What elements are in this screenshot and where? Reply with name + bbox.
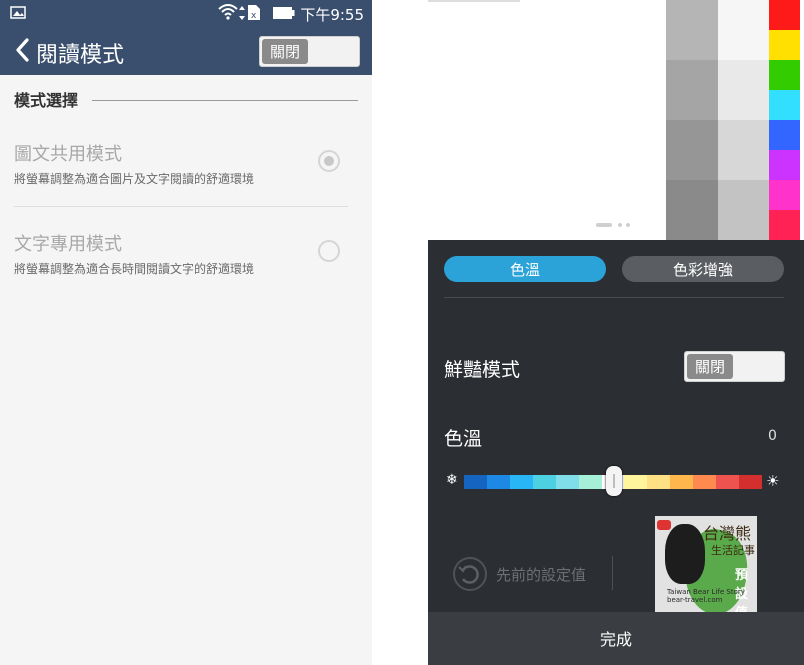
vivid-mode-label: 鮮豔模式 xyxy=(444,359,521,381)
color-temperature-slider-thumb[interactable] xyxy=(606,466,622,496)
watermark-caption: Taiwan Bear Life Story bear-travel.com xyxy=(667,588,745,604)
toggle-state-label: 關閉 xyxy=(687,354,733,379)
gradient-segment xyxy=(670,475,694,489)
option-description: 將螢幕調整為適合圖片及文字閱讀的舒適環境 xyxy=(14,172,255,186)
section-divider xyxy=(92,100,358,101)
watermark-logo: 台灣熊 生活記事 預設值 Taiwan Bear Life Story bear… xyxy=(655,516,757,617)
previous-settings-button[interactable]: 先前的設定值 xyxy=(452,556,586,592)
vivid-mode-toggle[interactable]: 關閉 xyxy=(684,351,785,382)
tab-label: 色彩增強 xyxy=(672,260,733,279)
previous-settings-label: 先前的設定值 xyxy=(496,565,587,584)
color-temperature-value: 0 xyxy=(768,428,777,444)
option-title: 圖文共用模式 xyxy=(14,144,122,165)
clock: 下午9:55 xyxy=(300,6,364,24)
snowflake-icon: ❄ xyxy=(446,472,458,488)
button-separator xyxy=(612,556,613,590)
page-title: 閱讀模式 xyxy=(36,43,125,68)
sim-card-icon: x xyxy=(248,5,260,21)
tab-color-temperature[interactable]: 色溫 xyxy=(444,256,606,282)
gradient-segment xyxy=(532,475,556,489)
gradient-segment xyxy=(624,475,648,489)
color-temperature-label: 色溫 xyxy=(444,428,483,450)
watermark-title: 台灣熊 xyxy=(703,524,752,543)
top-strip xyxy=(428,0,520,2)
sun-icon: ☀ xyxy=(766,472,780,490)
gradient-segment xyxy=(716,475,740,489)
wifi-icon xyxy=(218,4,238,20)
gradient-segment xyxy=(647,475,671,489)
option-description: 將螢幕調整為適合長時間閱讀文字的舒適環境 xyxy=(14,262,255,276)
tab-color-enhancement[interactable]: 色彩增強 xyxy=(622,256,784,282)
radio-unselected[interactable] xyxy=(318,240,340,262)
gradient-segment xyxy=(509,475,533,489)
toggle-state-label: 關閉 xyxy=(262,39,308,64)
section-title: 模式選擇 xyxy=(14,91,79,110)
done-button[interactable]: 完成 xyxy=(428,626,804,650)
tab-divider xyxy=(444,297,784,298)
gradient-segment xyxy=(555,475,579,489)
data-transfer-icon xyxy=(239,6,245,20)
undo-icon xyxy=(453,557,487,591)
gradient-segment xyxy=(739,475,762,489)
image-notification-icon xyxy=(10,6,26,19)
page-indicator xyxy=(596,223,630,227)
gradient-segment xyxy=(464,475,487,489)
back-arrow-icon[interactable] xyxy=(12,36,34,64)
app-bar: 閱讀模式 關閉 xyxy=(0,27,372,75)
reading-mode-toggle[interactable]: 關閉 xyxy=(259,36,360,67)
svg-text:x: x xyxy=(251,11,257,21)
option-divider xyxy=(14,206,348,207)
reading-mode-screen: x 下午9:55 閱讀模式 關閉 模式選擇 圖文共用模式 將螢幕調整為適合圖片及… xyxy=(0,0,372,665)
watermark-subtitle: 生活記事 xyxy=(711,544,755,557)
status-bar: x 下午9:55 xyxy=(0,0,372,27)
radio-selected[interactable] xyxy=(318,150,340,172)
tab-label: 色溫 xyxy=(509,260,540,279)
gradient-segment xyxy=(578,475,602,489)
gradient-segment xyxy=(693,475,717,489)
battery-icon xyxy=(273,7,295,19)
gradient-segment xyxy=(486,475,510,489)
option-title: 文字專用模式 xyxy=(14,234,122,255)
